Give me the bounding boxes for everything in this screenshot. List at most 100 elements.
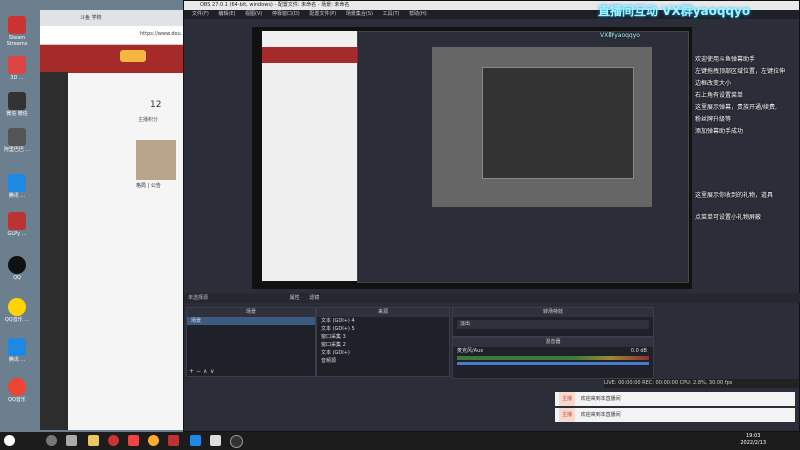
- app-icon[interactable]: [210, 435, 221, 446]
- props-bar: 未选择源 属性 滤镜: [184, 293, 800, 303]
- app-icon: [8, 338, 26, 356]
- desktop-icon-5[interactable]: 腾讯 ...: [2, 172, 32, 208]
- mixer-panel: 混音器 麦克风/Aux 0.0 dB: [452, 337, 654, 379]
- no-source-label: 未选择源: [188, 295, 209, 301]
- source-item[interactable]: 窗口采集 2: [317, 341, 449, 349]
- app-icon: [8, 174, 26, 192]
- menu-edit[interactable]: 编辑(E): [218, 11, 235, 17]
- search-icon[interactable]: [46, 435, 57, 446]
- menu-docks[interactable]: 停靠窗口(D): [272, 11, 300, 17]
- volume-slider[interactable]: [457, 362, 649, 365]
- menu-tools[interactable]: 工具(T): [383, 11, 400, 17]
- source-item[interactable]: 文本 (GDI+) 5: [317, 325, 449, 333]
- desktop-icon-1[interactable]: Steam Streams: [2, 14, 32, 50]
- overlay-line: 这里展示你收到的礼物，道具: [695, 192, 774, 199]
- obs-icon[interactable]: [230, 435, 243, 448]
- overlay-banner: 直播间互动 VX群yaoqqyo: [598, 4, 751, 18]
- source-item[interactable]: 窗口采集 3: [317, 333, 449, 341]
- streamer-label: 格局 | 公告: [136, 183, 161, 189]
- properties-button[interactable]: 属性: [290, 295, 300, 301]
- follow-label: 主播积分: [138, 117, 159, 123]
- start-icon[interactable]: [4, 435, 15, 446]
- add-scene-button[interactable]: +: [189, 368, 196, 375]
- chat-badge: 主播: [559, 408, 576, 422]
- music-icon: [8, 298, 26, 316]
- desktop-icon-3[interactable]: 微信 微信: [2, 90, 32, 126]
- chat-text: 欢迎来到本直播间: [580, 412, 621, 418]
- mixer-track-label: 麦克风/Aux: [457, 348, 484, 354]
- overlay-line: 欢迎使用斗鱼弹幕助手: [695, 56, 756, 63]
- desktop-icon-6[interactable]: GLPy ...: [2, 210, 32, 246]
- transition-select[interactable]: 淡出: [457, 320, 649, 329]
- transitions-panel: 转场特效 淡出: [452, 307, 654, 337]
- overlay-banner-sub: VX群yaoqqyo: [600, 32, 640, 39]
- scene-item[interactable]: 场景: [187, 317, 315, 325]
- preview-capture-nested-inner: [482, 67, 634, 179]
- menu-view[interactable]: 视图(V): [245, 11, 262, 17]
- sources-header: 来源: [317, 308, 449, 317]
- overlay-line: 这里展示弹幕，贵族开通/续费,: [695, 104, 777, 111]
- transitions-header: 转场特效: [453, 308, 653, 317]
- clock-time: 19:03: [745, 433, 761, 439]
- follow-count: 12: [150, 100, 162, 110]
- address-text: https://www.dou...: [140, 31, 186, 37]
- folder-icon[interactable]: [88, 435, 99, 446]
- overlay-line: 粉丝牌升级等: [695, 116, 732, 123]
- mixer-db-readout: 0.0 dB: [630, 348, 647, 354]
- scene-controls: + − ∧ ∨: [189, 368, 217, 375]
- app-icon[interactable]: [128, 435, 139, 446]
- desktop-icon-10[interactable]: QQ音乐: [2, 376, 32, 412]
- overlay-line: 点菜单可设置小礼物屏蔽: [695, 214, 762, 221]
- douyu-logo[interactable]: [120, 50, 146, 62]
- chrome-icon[interactable]: [148, 435, 159, 446]
- remove-scene-button[interactable]: −: [196, 368, 203, 375]
- app-icon: [8, 378, 26, 396]
- desktop-icon-4[interactable]: 阿里巴巴 ...: [2, 126, 32, 162]
- edge-icon[interactable]: [190, 435, 201, 446]
- douyu-sidebar: [40, 72, 68, 430]
- scene-up-button[interactable]: ∧: [203, 368, 210, 375]
- source-item[interactable]: 文本 (GDI+): [317, 349, 449, 357]
- sources-panel: 来源 文本 (GDI+) 4 文本 (GDI+) 5 窗口采集 3 窗口采集 2…: [316, 307, 450, 377]
- chat-text: 欢迎来到本直播间: [580, 396, 621, 402]
- menu-profile[interactable]: 配置文件(P): [309, 11, 336, 17]
- app-icon[interactable]: [108, 435, 119, 446]
- app-icon[interactable]: [168, 435, 179, 446]
- menu-scene-collection[interactable]: 场景集合(S): [346, 11, 373, 17]
- volume-meter: [457, 356, 649, 360]
- streamer-avatar[interactable]: [136, 140, 176, 180]
- overlay-line: 左键拖拽顶部区域位置，左键拉伸: [695, 68, 786, 75]
- obs-preview[interactable]: [252, 27, 692, 289]
- scenes-header: 场景: [187, 308, 315, 317]
- menu-help[interactable]: 帮助(H): [409, 11, 427, 17]
- chat-badge: 主播: [559, 392, 576, 406]
- app-icon: [8, 16, 26, 34]
- mixer-header: 混音器: [453, 338, 653, 347]
- app-icon: [8, 128, 26, 146]
- taskbar: 19:03 2022/2/13: [0, 432, 800, 450]
- obs-status-bar: LIVE: 00:00:00 REC: 00:00:00 CPU: 2.8%, …: [604, 379, 799, 388]
- browser-tab[interactable]: 斗鱼 学校: [80, 14, 102, 21]
- desktop-icon-8[interactable]: QQ音乐 ...: [2, 296, 32, 332]
- overlay-line: 边框改变大小: [695, 80, 732, 87]
- scene-down-button[interactable]: ∨: [210, 368, 217, 375]
- filters-button[interactable]: 滤镜: [309, 295, 319, 301]
- app-icon: [8, 92, 26, 110]
- qq-icon: [8, 256, 26, 274]
- app-icon: [8, 56, 26, 74]
- menu-file[interactable]: 文件(F): [192, 11, 209, 17]
- chat-item: 主播 欢迎来到本直播间: [555, 408, 795, 422]
- app-icon: [8, 212, 26, 230]
- scenes-panel: 场景 场景 + − ∧ ∨: [186, 307, 316, 377]
- task-view-icon[interactable]: [66, 435, 77, 446]
- taskbar-clock[interactable]: 19:03 2022/2/13: [740, 433, 766, 447]
- desktop-icon-2[interactable]: 3D ...: [2, 54, 32, 90]
- clock-date: 2022/2/13: [740, 440, 766, 446]
- desktop-icon-7[interactable]: QQ: [2, 254, 32, 290]
- source-item[interactable]: 文本 (GDI+) 4: [317, 317, 449, 325]
- overlay-line: 添加弹幕助手成功: [695, 128, 744, 135]
- chat-item: 主播 欢迎来到本直播间: [555, 392, 795, 406]
- overlay-line: 右上角有设置菜单: [695, 92, 744, 99]
- desktop-icon-9[interactable]: 腾讯 ...: [2, 336, 32, 372]
- source-item[interactable]: 音频源: [317, 357, 449, 365]
